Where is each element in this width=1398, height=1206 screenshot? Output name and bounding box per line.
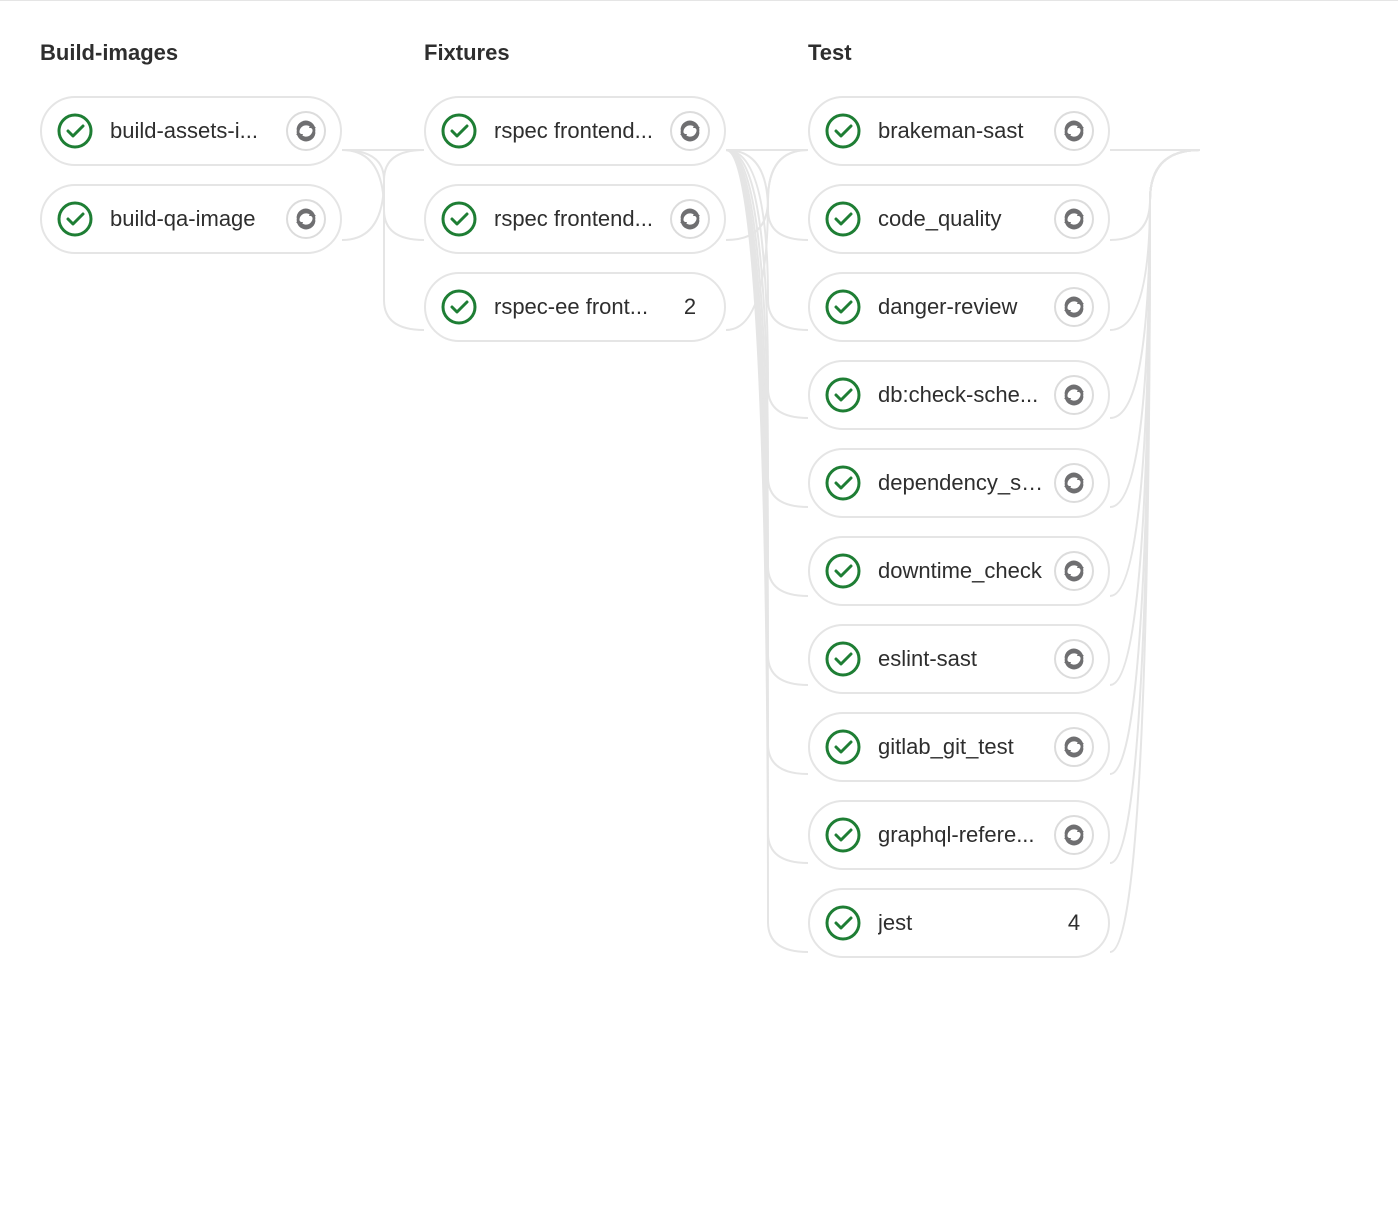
stage-build-images: Build-images build-assets-i... build-qa-… [40, 40, 342, 958]
stage-title: Test [808, 40, 1110, 66]
status-passed-icon [440, 112, 478, 150]
job-rspec-ee-frontend-group[interactable]: rspec-ee front... 2 [424, 272, 726, 342]
job-label: rspec frontend... [494, 206, 660, 232]
job-count-badge: 4 [1054, 910, 1094, 936]
status-passed-icon [824, 288, 862, 326]
retry-button[interactable] [670, 199, 710, 239]
status-passed-icon [824, 464, 862, 502]
job-eslint-sast[interactable]: eslint-sast [808, 624, 1110, 694]
stage-test: Test brakeman-sast code_quality danger-r… [808, 40, 1110, 958]
retry-button[interactable] [1054, 375, 1094, 415]
job-label: code_quality [878, 206, 1044, 232]
job-build-assets[interactable]: build-assets-i... [40, 96, 342, 166]
status-passed-icon [824, 640, 862, 678]
job-label: graphql-refere... [878, 822, 1044, 848]
stage-title: Build-images [40, 40, 342, 66]
job-db-check-schema[interactable]: db:check-sche... [808, 360, 1110, 430]
retry-button[interactable] [1054, 551, 1094, 591]
status-passed-icon [824, 112, 862, 150]
retry-button[interactable] [1054, 639, 1094, 679]
retry-button[interactable] [1054, 287, 1094, 327]
retry-button[interactable] [1054, 463, 1094, 503]
job-danger-review[interactable]: danger-review [808, 272, 1110, 342]
job-jest-group[interactable]: jest 4 [808, 888, 1110, 958]
job-build-qa-image[interactable]: build-qa-image [40, 184, 342, 254]
job-rspec-frontend-1[interactable]: rspec frontend... [424, 96, 726, 166]
job-label: danger-review [878, 294, 1044, 320]
status-passed-icon [440, 200, 478, 238]
job-rspec-frontend-2[interactable]: rspec frontend... [424, 184, 726, 254]
status-passed-icon [824, 904, 862, 942]
job-graphql-reference[interactable]: graphql-refere... [808, 800, 1110, 870]
retry-button[interactable] [1054, 727, 1094, 767]
retry-button[interactable] [1054, 199, 1094, 239]
job-label: jest [878, 910, 1044, 936]
job-label: build-assets-i... [110, 118, 276, 144]
retry-button[interactable] [286, 199, 326, 239]
status-passed-icon [824, 728, 862, 766]
job-list: brakeman-sast code_quality danger-review… [808, 96, 1110, 958]
status-passed-icon [824, 552, 862, 590]
status-passed-icon [824, 376, 862, 414]
stage-title: Fixtures [424, 40, 726, 66]
job-label: rspec-ee front... [494, 294, 660, 320]
retry-button[interactable] [1054, 111, 1094, 151]
job-gitlab-git-test[interactable]: gitlab_git_test [808, 712, 1110, 782]
status-passed-icon [824, 816, 862, 854]
job-count-badge: 2 [670, 294, 710, 320]
job-label: eslint-sast [878, 646, 1044, 672]
pipeline-graph: Build-images build-assets-i... build-qa-… [0, 0, 1398, 998]
stage-fixtures: Fixtures rspec frontend... rspec fronten… [424, 40, 726, 958]
status-passed-icon [440, 288, 478, 326]
retry-button[interactable] [670, 111, 710, 151]
job-label: dependency_sc... [878, 470, 1044, 496]
job-list: build-assets-i... build-qa-image [40, 96, 342, 254]
status-passed-icon [824, 200, 862, 238]
status-passed-icon [56, 112, 94, 150]
job-label: downtime_check [878, 558, 1044, 584]
retry-button[interactable] [286, 111, 326, 151]
job-label: gitlab_git_test [878, 734, 1044, 760]
job-code-quality[interactable]: code_quality [808, 184, 1110, 254]
job-label: rspec frontend... [494, 118, 660, 144]
job-label: build-qa-image [110, 206, 276, 232]
retry-button[interactable] [1054, 815, 1094, 855]
job-label: db:check-sche... [878, 382, 1044, 408]
job-list: rspec frontend... rspec frontend... rspe… [424, 96, 726, 342]
status-passed-icon [56, 200, 94, 238]
job-brakeman-sast[interactable]: brakeman-sast [808, 96, 1110, 166]
job-downtime-check[interactable]: downtime_check [808, 536, 1110, 606]
job-label: brakeman-sast [878, 118, 1044, 144]
job-dependency-scanning[interactable]: dependency_sc... [808, 448, 1110, 518]
